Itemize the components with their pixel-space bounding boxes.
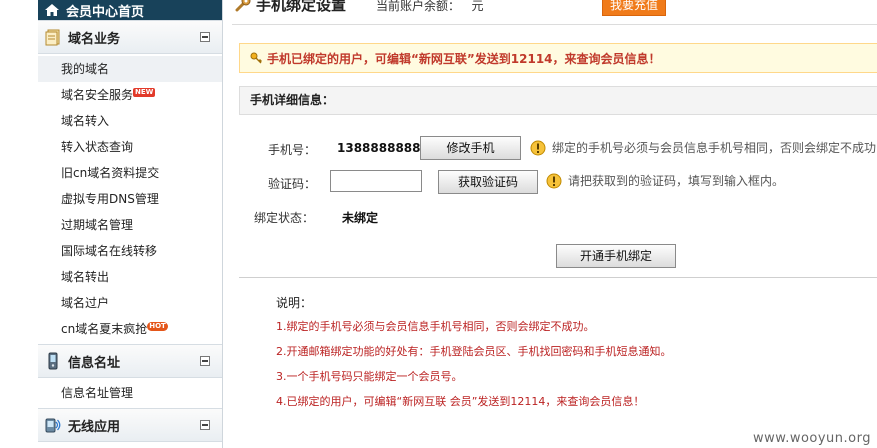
account-balance: 当前账户余额： 元 — [376, 0, 484, 13]
bind-status-label: 绑定状态： — [254, 211, 315, 225]
notice-banner: 手机已绑定的用户，可编辑“新网互联”发送到12114，来查询会员信息！ — [239, 43, 877, 73]
change-phone-button[interactable]: 修改手机 — [420, 136, 521, 160]
section-title-wireless: 无线应用 — [68, 419, 121, 435]
explanation-line: 3.一个手机号码只能绑定一个会员号。 — [276, 370, 463, 383]
section-title-info-address: 信息名址 — [68, 355, 121, 371]
hot-badge: HOT — [147, 322, 168, 331]
sidebar-item-my-domains[interactable]: 我的域名 — [38, 56, 222, 82]
wrench-icon — [235, 0, 251, 12]
page-title: 手机绑定设置 — [256, 0, 347, 14]
phone-label: 手机号： — [268, 143, 317, 157]
warning-icon — [546, 173, 562, 188]
page-header: 手机绑定设置 当前账户余额： 元 我要充值 — [232, 0, 877, 25]
wireless-icon — [45, 418, 61, 433]
enable-phone-binding-button[interactable]: 开通手机绑定 — [556, 244, 676, 268]
sidebar-item-domain-security[interactable]: 域名安全服务 NEW — [38, 82, 222, 108]
sidebar-item-ownership-transfer[interactable]: 域名过户 — [38, 290, 222, 316]
new-badge: NEW — [133, 88, 156, 97]
member-center-home-link[interactable]: 会员中心首页 — [38, 0, 222, 20]
sidebar-item-expired-domains[interactable]: 过期域名管理 — [38, 212, 222, 238]
section-divider — [239, 277, 877, 278]
sidebar-item-private-dns[interactable]: 虚拟专用DNS管理 — [38, 186, 222, 212]
domain-menu: 我的域名 域名安全服务 NEW 域名转入 转入状态查询 旧cn域名资料提交 虚拟专… — [38, 54, 222, 344]
main-content: 手机绑定设置 当前账户余额： 元 我要充值 手机已绑定的用户，可编辑“新网互联”… — [232, 0, 877, 448]
key-icon — [250, 52, 262, 63]
explanation: 说明： 1.绑定的手机号必须与会员信息手机号相同，否则会绑定不成功。 2.开通邮… — [276, 294, 672, 420]
get-code-button[interactable]: 获取验证码 — [438, 170, 538, 194]
sidebar-item-domain-transfer-in[interactable]: 域名转入 — [38, 108, 222, 134]
bind-status-value: 未绑定 — [342, 211, 379, 225]
section-header-info-address[interactable]: 信息名址 — [38, 344, 222, 378]
sidebar-item-cn-promo[interactable]: cn域名夏末疯抢 HOT — [38, 316, 222, 342]
section-title-domain: 域名业务 — [68, 31, 121, 47]
collapse-icon[interactable] — [200, 32, 210, 42]
sidebar-item-old-cn-submit[interactable]: 旧cn域名资料提交 — [38, 160, 222, 186]
section-header-wireless[interactable]: 无线应用 — [38, 408, 222, 442]
watermark: www.wooyun.org — [752, 431, 871, 446]
verification-code-input[interactable] — [330, 170, 422, 192]
recharge-button[interactable]: 我要充值 — [602, 0, 666, 16]
phone-hint: 绑定的手机号必须与会员信息手机号相同，否则会绑定不成功 — [530, 139, 876, 156]
sidebar-item-transfer-out[interactable]: 域名转出 — [38, 264, 222, 290]
sidebar-item-transfer-status[interactable]: 转入状态查询 — [38, 134, 222, 160]
code-hint: 请把获取到的验证码，填写到输入框内。 — [546, 172, 784, 189]
sidebar: 会员中心首页 域名业务 我的域名 域名安全服务 NEW 域名转入 转入状态查询 旧… — [38, 0, 223, 448]
home-label: 会员中心首页 — [66, 4, 145, 20]
collapse-icon[interactable] — [200, 356, 210, 366]
sidebar-item-intl-transfer[interactable]: 国际域名在线转移 — [38, 238, 222, 264]
explanation-line: 4.已绑定的用户，可编辑“新网互联 会员”发送到12114，来查询会员信息！ — [276, 395, 645, 408]
header-divider — [232, 24, 877, 25]
code-label: 验证码： — [268, 177, 317, 191]
sidebar-item-info-address-manage[interactable]: 信息名址管理 — [38, 380, 222, 406]
mobile-phone-icon — [48, 352, 58, 370]
notice-text: 手机已绑定的用户，可编辑“新网互联”发送到12114，来查询会员信息！ — [267, 51, 661, 66]
phone-value: 13888888888 — [337, 141, 429, 155]
explanation-line: 1.绑定的手机号必须与会员信息手机号相同，否则会绑定不成功。 — [276, 320, 595, 333]
home-icon — [45, 4, 59, 16]
phone-detail-header: 手机详细信息： — [239, 86, 877, 115]
info-address-menu: 信息名址管理 — [38, 378, 222, 408]
warning-icon — [530, 140, 546, 155]
explanation-line: 2.开通邮箱绑定功能的好处有：手机登陆会员区、手机找回密码和手机短息通知。 — [276, 345, 672, 358]
collapse-icon[interactable] — [200, 420, 210, 430]
explanation-title: 说明： — [276, 296, 313, 310]
section-header-domain[interactable]: 域名业务 — [38, 20, 222, 54]
document-stack-icon — [45, 29, 60, 46]
